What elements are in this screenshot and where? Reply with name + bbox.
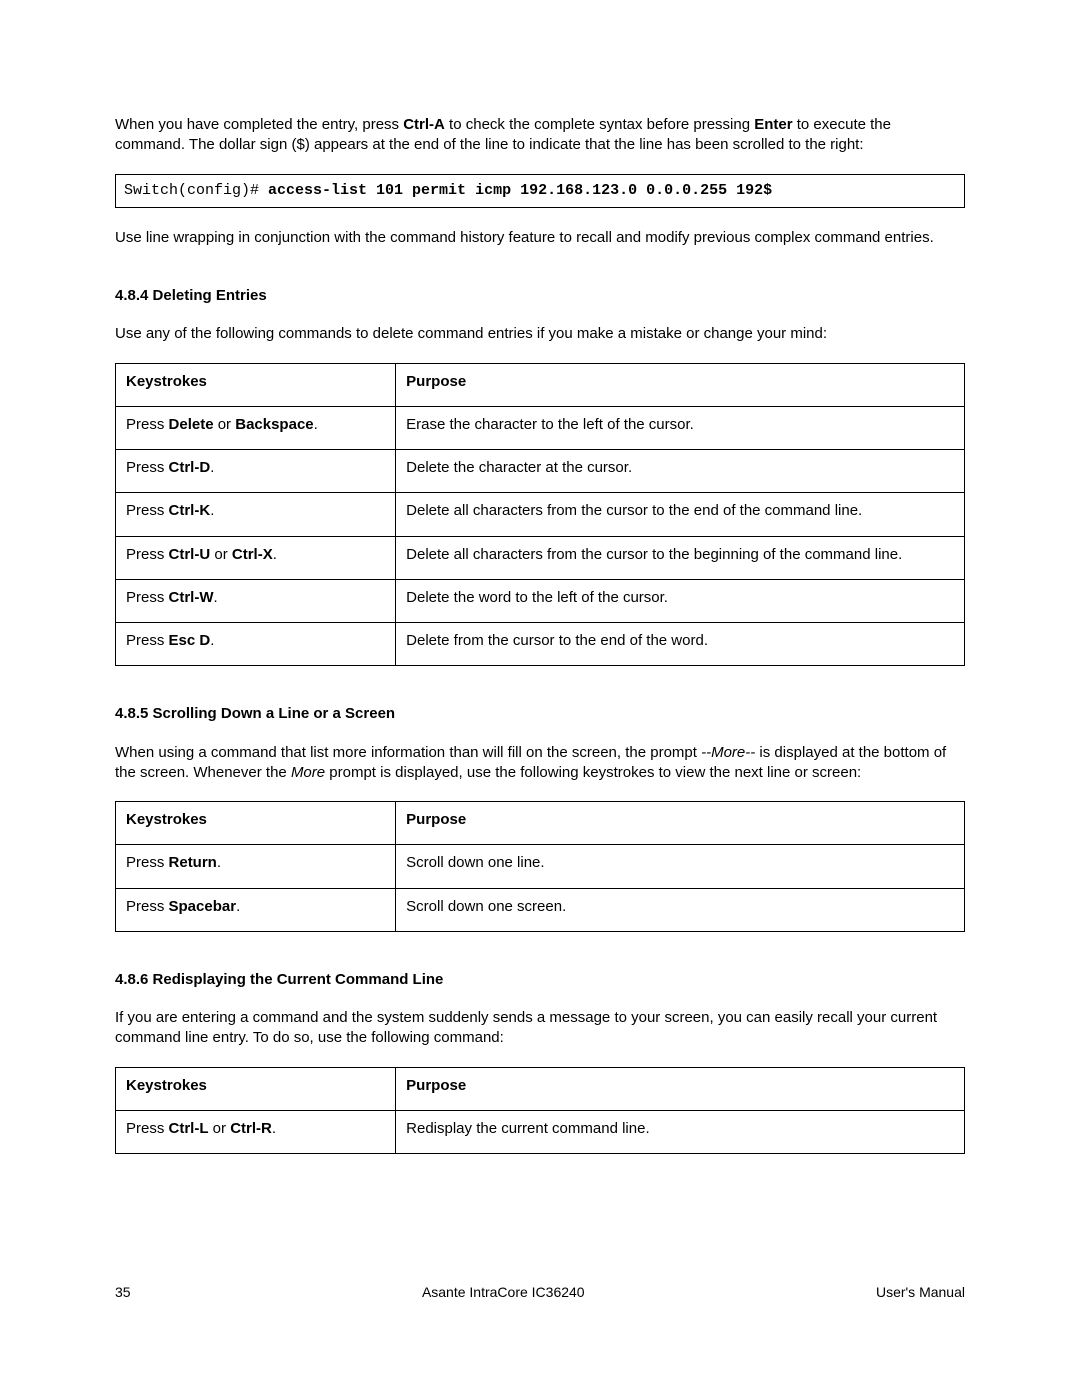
code-prompt: Switch(config)# xyxy=(124,182,268,199)
section-485-intro: When using a command that list more info… xyxy=(115,743,965,784)
purpose-cell: Delete all characters from the cursor to… xyxy=(396,536,965,579)
intro-paragraph: When you have completed the entry, press… xyxy=(115,115,965,156)
section-484-heading: 4.8.4 Deleting Entries xyxy=(115,286,965,306)
header-keystrokes: Keystrokes xyxy=(116,802,396,845)
keystroke-cell: Press Return. xyxy=(116,845,396,888)
command-code-box: Switch(config)# access-list 101 permit i… xyxy=(115,174,965,208)
keystroke-cell: Press Esc D. xyxy=(116,623,396,666)
intro-mid: to check the complete syntax before pres… xyxy=(445,116,754,133)
footer-product: Asante IntraCore IC36240 xyxy=(422,1283,585,1302)
keystroke-cell: Press Ctrl-D. xyxy=(116,450,396,493)
section-486-heading: 4.8.6 Redisplaying the Current Command L… xyxy=(115,970,965,990)
footer-doc-title: User's Manual xyxy=(876,1283,965,1302)
section-486-intro: If you are entering a command and the sy… xyxy=(115,1008,965,1049)
table-header-row: Keystrokes Purpose xyxy=(116,363,965,406)
redisplay-table: Keystrokes Purpose Press Ctrl-L or Ctrl-… xyxy=(115,1067,965,1155)
section-485-heading: 4.8.5 Scrolling Down a Line or a Screen xyxy=(115,704,965,724)
page-footer: 35 Asante IntraCore IC36240 User's Manua… xyxy=(115,1283,965,1302)
purpose-cell: Delete the character at the cursor. xyxy=(396,450,965,493)
intro-pre: When you have completed the entry, press xyxy=(115,116,403,133)
purpose-cell: Scroll down one line. xyxy=(396,845,965,888)
table-row: Press Ctrl-W. Delete the word to the lef… xyxy=(116,579,965,622)
keystroke-cell: Press Ctrl-W. xyxy=(116,579,396,622)
header-keystrokes: Keystrokes xyxy=(116,363,396,406)
purpose-cell: Delete the word to the left of the curso… xyxy=(396,579,965,622)
keystroke-cell: Press Ctrl-L or Ctrl-R. xyxy=(116,1110,396,1153)
table-row: Press Esc D. Delete from the cursor to t… xyxy=(116,623,965,666)
after-code-paragraph: Use line wrapping in conjunction with th… xyxy=(115,228,965,248)
purpose-cell: Erase the character to the left of the c… xyxy=(396,406,965,449)
keystroke-cell: Press Delete or Backspace. xyxy=(116,406,396,449)
deleting-entries-table: Keystrokes Purpose Press Delete or Backs… xyxy=(115,363,965,667)
header-purpose: Purpose xyxy=(396,802,965,845)
keystroke-cell: Press Ctrl-U or Ctrl-X. xyxy=(116,536,396,579)
table-row: Press Ctrl-U or Ctrl-X. Delete all chara… xyxy=(116,536,965,579)
table-row: Press Spacebar. Scroll down one screen. xyxy=(116,888,965,931)
table-row: Press Delete or Backspace. Erase the cha… xyxy=(116,406,965,449)
purpose-cell: Delete all characters from the cursor to… xyxy=(396,493,965,536)
purpose-cell: Scroll down one screen. xyxy=(396,888,965,931)
header-purpose: Purpose xyxy=(396,363,965,406)
keystroke-cell: Press Ctrl-K. xyxy=(116,493,396,536)
footer-page-number: 35 xyxy=(115,1283,131,1302)
intro-key-ctrl-a: Ctrl-A xyxy=(403,116,445,133)
purpose-cell: Redisplay the current command line. xyxy=(396,1110,965,1153)
intro-key-enter: Enter xyxy=(754,116,792,133)
scrolling-table: Keystrokes Purpose Press Return. Scroll … xyxy=(115,801,965,932)
header-keystrokes: Keystrokes xyxy=(116,1067,396,1110)
table-header-row: Keystrokes Purpose xyxy=(116,1067,965,1110)
table-row: Press Ctrl-K. Delete all characters from… xyxy=(116,493,965,536)
keystroke-cell: Press Spacebar. xyxy=(116,888,396,931)
table-row: Press Ctrl-D. Delete the character at th… xyxy=(116,450,965,493)
document-page: When you have completed the entry, press… xyxy=(0,0,1080,1397)
section-484-intro: Use any of the following commands to del… xyxy=(115,324,965,344)
purpose-cell: Delete from the cursor to the end of the… xyxy=(396,623,965,666)
table-header-row: Keystrokes Purpose xyxy=(116,802,965,845)
header-purpose: Purpose xyxy=(396,1067,965,1110)
code-command: access-list 101 permit icmp 192.168.123.… xyxy=(268,182,772,199)
table-row: Press Return. Scroll down one line. xyxy=(116,845,965,888)
table-row: Press Ctrl-L or Ctrl-R. Redisplay the cu… xyxy=(116,1110,965,1153)
